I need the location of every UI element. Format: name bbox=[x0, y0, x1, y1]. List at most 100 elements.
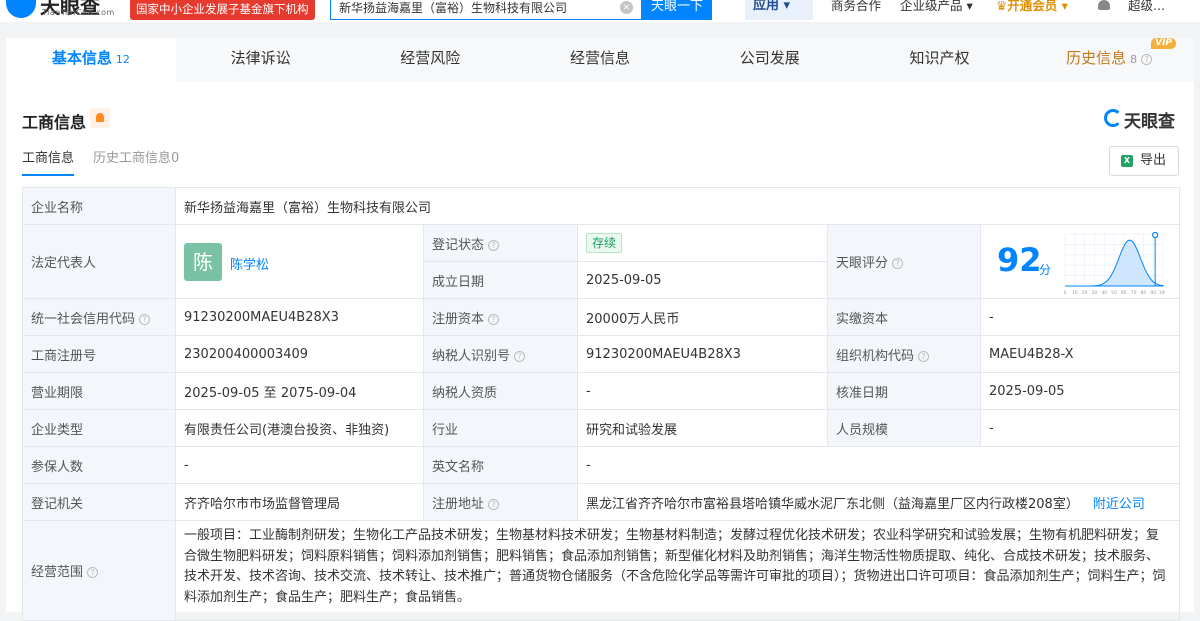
subtab-history-business-info[interactable]: 历史工商信息0 bbox=[93, 150, 179, 168]
tab-label: 基本信息 bbox=[51, 49, 112, 67]
business-cooperation-link[interactable]: 商务合作 bbox=[831, 0, 881, 12]
tax-qualification-label: 纳税人资质 bbox=[423, 372, 578, 410]
tab-history[interactable]: 历史信息 8? VIP bbox=[1024, 38, 1194, 82]
tick-label: 30 bbox=[1092, 290, 1098, 296]
reg-capital-label-text: 注册资本 bbox=[432, 311, 485, 327]
table-row: 企业类型 有限责任公司(港澳台投资、非独资) 行业 研究和试验发展 人员规模 - bbox=[22, 409, 1181, 447]
vip-badge: VIP bbox=[1151, 38, 1177, 49]
registration-authority-label: 登记机关 bbox=[22, 483, 176, 521]
tab-ip[interactable]: 知识产权 bbox=[855, 38, 1025, 82]
approve-date-value: 2025-09-05 bbox=[979, 372, 1181, 410]
follow-bell-icon[interactable] bbox=[90, 108, 110, 128]
org-code-label-text: 组织机构代码 bbox=[836, 348, 915, 364]
address-label-text: 注册地址 bbox=[432, 496, 485, 512]
logo-text: 天眼查 bbox=[1124, 112, 1175, 132]
export-button[interactable]: X 导出 bbox=[1109, 146, 1179, 176]
staff-size-value: - bbox=[979, 409, 1181, 447]
tick-label: 40 bbox=[1101, 290, 1107, 296]
legal-rep-cell: 陈 陈学松 bbox=[175, 224, 424, 299]
score-value: 92 bbox=[997, 241, 1042, 279]
fund-badge[interactable]: 国家中小企业发展子基金旗下机构 bbox=[130, 0, 315, 20]
tick-label: 80 bbox=[1141, 290, 1147, 296]
business-info-table: 企业名称 新华扬益海嘉里（富裕）生物科技有限公司 法定代表人 陈 陈学松 登记状… bbox=[22, 187, 1181, 621]
credit-code-label-text: 统一社会信用代码 bbox=[31, 311, 136, 327]
search-query: 新华扬益海嘉里（富裕）生物科技有限公司 bbox=[339, 1, 568, 15]
tab-basic-info[interactable]: 基本信息 12 bbox=[6, 38, 176, 82]
caret-down-icon: ▾ bbox=[1061, 0, 1068, 13]
tab-development[interactable]: 公司发展 bbox=[685, 38, 855, 82]
export-label: 导出 bbox=[1140, 153, 1167, 168]
tick-label: 50 bbox=[1111, 290, 1117, 296]
reg-capital-value: 20000万人民币 bbox=[577, 298, 828, 336]
company-name-value: 新华扬益海嘉里（富裕）生物科技有限公司 bbox=[174, 187, 1181, 225]
reg-no-label: 工商注册号 bbox=[22, 335, 176, 373]
table-row: 统一社会信用代码? 91230200MAEU4B28X3 注册资本? 20000… bbox=[22, 298, 1181, 336]
help-icon[interactable]: ? bbox=[488, 239, 500, 251]
tab-risk[interactable]: 经营风险 bbox=[345, 38, 515, 82]
help-icon[interactable]: ? bbox=[892, 258, 904, 269]
caret-down-icon: ▾ bbox=[966, 0, 973, 13]
english-name-label: 英文名称 bbox=[423, 446, 578, 484]
app-menu-button[interactable]: 应用 ▾ bbox=[745, 0, 813, 20]
tick-label: 100 bbox=[1159, 290, 1165, 296]
user-menu[interactable]: 超级... bbox=[1128, 0, 1165, 12]
subtab-business-info[interactable]: 工商信息 bbox=[22, 150, 75, 176]
table-row: 工商注册号 230200400003409 纳税人识别号? 91230200MA… bbox=[22, 335, 1181, 373]
company-type-label: 企业类型 bbox=[22, 409, 176, 447]
reg-status-label: 登记状态? bbox=[423, 224, 578, 262]
staff-size-label: 人员规模 bbox=[827, 409, 981, 447]
company-name-label: 企业名称 bbox=[22, 187, 176, 225]
tick-label: 70 bbox=[1131, 290, 1137, 296]
chart-tick-labels: 0 10 20 3040 50 60 70 8090100 bbox=[1064, 290, 1165, 296]
business-scope-label: 经营范围? bbox=[22, 520, 176, 621]
open-vip-button[interactable]: ♛开通会员 ▾ bbox=[996, 0, 1068, 12]
clear-icon[interactable]: × bbox=[620, 1, 633, 14]
enterprise-products-label: 企业级产品 bbox=[900, 0, 963, 13]
org-code-label: 组织机构代码? bbox=[827, 335, 981, 373]
main-tabs: 基本信息 12 法律诉讼 经营风险 经营信息 公司发展 知识产权 历史信息 8? V… bbox=[6, 38, 1194, 82]
excel-icon: X bbox=[1121, 155, 1133, 167]
help-icon[interactable]: ? bbox=[488, 498, 500, 510]
help-icon[interactable]: ? bbox=[87, 567, 99, 578]
industry-label: 行业 bbox=[423, 409, 578, 447]
vip-crown-icon: ♛ bbox=[996, 0, 1008, 13]
legal-rep-name-link[interactable]: 陈学松 bbox=[230, 254, 269, 273]
help-icon[interactable]: ? bbox=[139, 313, 151, 325]
search-button[interactable]: 天眼一下 bbox=[642, 0, 712, 20]
score-label: 天眼评分? bbox=[827, 224, 981, 299]
taxpayer-id-value: 91230200MAEU4B28X3 bbox=[577, 335, 828, 373]
enterprise-products-link[interactable]: 企业级产品 ▾ bbox=[900, 0, 973, 12]
nearby-companies-link[interactable]: 附近公司 bbox=[1093, 497, 1145, 512]
score-distribution-chart: 0 10 20 3040 50 60 70 8090100 bbox=[1064, 231, 1165, 296]
tab-legal[interactable]: 法律诉讼 bbox=[176, 38, 346, 82]
address-value: 黑龙江省齐齐哈尔市富裕县塔哈镇华威水泥厂东北侧（益海嘉里厂区内行政楼208室） bbox=[586, 496, 1079, 512]
help-icon[interactable]: ? bbox=[918, 350, 930, 362]
help-icon[interactable]: ? bbox=[488, 313, 500, 325]
tick-label: 10 bbox=[1072, 290, 1078, 296]
found-date-value: 2025-09-05 bbox=[577, 261, 828, 299]
avatar[interactable]: 陈 bbox=[184, 243, 222, 281]
reg-no-value: 230200400003409 bbox=[175, 335, 424, 373]
logo-domain: TianYanCha.com bbox=[42, 8, 115, 17]
insured-count-label: 参保人数 bbox=[22, 446, 176, 484]
industry-value: 研究和试验发展 bbox=[577, 409, 828, 447]
table-row: 登记机关 齐齐哈尔市市场监督管理局 注册地址? 黑龙江省齐齐哈尔市富裕县塔哈镇华… bbox=[22, 483, 1181, 521]
score-cell[interactable]: 92 分 0 10 20 3040 50 60 70 8090100 bbox=[979, 224, 1181, 299]
table-row: 参保人数 - 英文名称 - bbox=[22, 446, 1181, 484]
tick-label: 90 bbox=[1150, 290, 1156, 296]
registration-authority-value: 齐齐哈尔市市场监督管理局 bbox=[175, 483, 424, 521]
table-row: 法定代表人 陈 陈学松 登记状态? 存续 天眼评分? 92 分 0 10 20 30 4… bbox=[22, 224, 1181, 299]
open-vip-label: 开通会员 bbox=[1007, 0, 1058, 13]
table-row: 企业名称 新华扬益海嘉里（富裕）生物科技有限公司 bbox=[22, 187, 1181, 225]
approve-date-label: 核准日期 bbox=[827, 372, 981, 410]
help-icon[interactable]: ? bbox=[514, 350, 526, 362]
app-menu-label: 应用 bbox=[753, 0, 780, 13]
score-unit: 分 bbox=[1039, 263, 1052, 277]
tab-operations[interactable]: 经营信息 bbox=[515, 38, 685, 82]
search-input[interactable]: 新华扬益海嘉里（富裕）生物科技有限公司 × bbox=[330, 0, 642, 20]
notification-bell-icon[interactable] bbox=[1098, 0, 1110, 10]
paid-capital-value: - bbox=[979, 298, 1181, 336]
tab-count: 8 bbox=[1130, 53, 1138, 66]
site-logo[interactable]: 天眼查 TianYanCha.com bbox=[6, 0, 126, 22]
status-badge: 存续 bbox=[586, 233, 623, 253]
